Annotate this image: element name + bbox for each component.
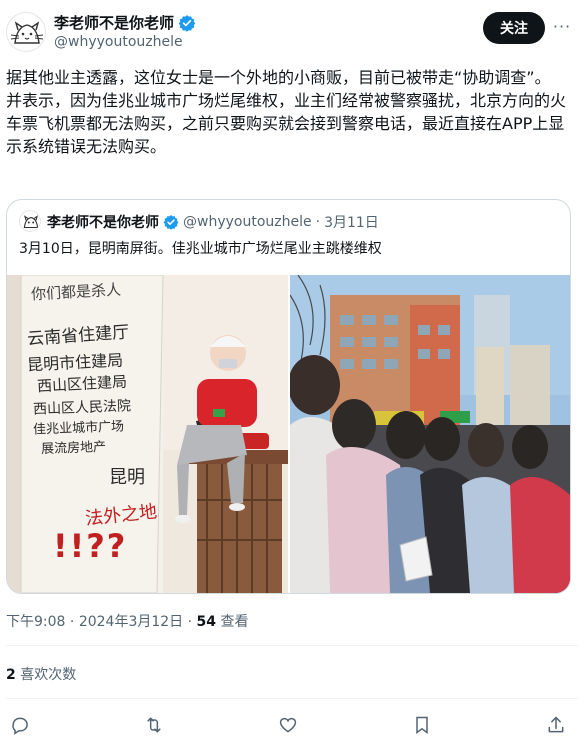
reply-icon[interactable] [6,711,34,739]
banner-kunming: 昆明 [109,467,145,488]
banner-text-overlay: 你们都是杀人 云南省住建厅 昆明市住建局 西山区住建局 西山区人民法院 佳兆业城… [26,275,159,593]
share-icon[interactable] [542,711,570,739]
banner-line-top: 你们都是杀人 [30,280,122,304]
views-count: 54 [196,614,217,630]
verified-badge-icon [178,14,196,32]
quoted-author-avatar [19,210,41,232]
banner-line-6: 展流房地产 [40,439,107,458]
banner-marks: !!?? [53,527,128,565]
tweet-header: 李老师不是你老师 @whyyoutouzhele 关注 ··· [0,0,586,60]
verified-badge-icon [163,215,179,230]
quoted-separator: · [315,214,321,230]
banner-line-5: 佳兆业城市广场 [32,419,125,438]
tweet-text: 据其他业主透露，这位女士是一个外地的小商贩，目前已被带走“协助调查”。 并表示，… [6,66,576,158]
follow-button[interactable]: 关注 [483,12,545,44]
media-image-crowd[interactable] [290,275,570,593]
quoted-text: 3月10日，昆明南屏街。佳兆业城市广场烂尾业主跳楼维权 [19,241,382,257]
tweet-time[interactable]: 下午9:08 [6,614,65,630]
author-name-row[interactable]: 李老师不是你老师 [54,12,196,33]
divider [6,698,578,699]
author-avatar[interactable] [6,12,46,52]
banner-bottom: 法外之地 [84,501,159,530]
divider [6,645,578,646]
like-icon[interactable] [274,711,302,739]
quoted-header: 李老师不是你老师 @whyyoutouzhele · 3月11日 [47,212,379,232]
banner-line-3: 西山区住建局 [36,372,128,396]
likes-label: 喜欢次数 [20,667,77,683]
more-options-icon[interactable]: ··· [550,14,574,38]
bookmark-icon[interactable] [408,711,436,739]
quoted-media: 你们都是杀人 云南省住建厅 昆明市住建局 西山区住建局 西山区人民法院 佳兆业城… [7,275,570,593]
likes-summary[interactable]: 2 喜欢次数 [6,664,76,684]
banner-line-1: 云南省住建厅 [26,322,130,350]
views-label: 查看 [220,614,249,630]
media-image-banner[interactable]: 你们都是杀人 云南省住建厅 昆明市住建局 西山区住建局 西山区人民法院 佳兆业城… [7,275,288,593]
likes-count: 2 [6,667,16,683]
quoted-date: 3月11日 [324,215,379,231]
quoted-handle: @whyyoutouzhele [183,214,312,230]
quoted-tweet[interactable]: 李老师不是你老师 @whyyoutouzhele · 3月11日 3月10日，昆… [6,199,571,594]
meta-dot: · [69,614,75,630]
action-bar [0,705,586,745]
retweet-icon[interactable] [140,711,168,739]
tweet-paragraph-1: 据其他业主透露，这位女士是一个外地的小商贩，目前已被带走“协助调查”。 [6,68,551,87]
meta-dot: · [187,614,193,630]
author-display-name[interactable]: 李老师不是你老师 [54,12,174,33]
tweet-paragraph-2: 并表示，因为佳兆业城市广场烂尾维权，业主们经常被警察骚扰，北京方向的火车票飞机票… [6,91,567,156]
quoted-display-name: 李老师不是你老师 [47,215,159,231]
tweet-date[interactable]: 2024年3月12日 [79,614,183,630]
author-handle[interactable]: @whyyoutouzhele [54,34,183,50]
tweet-meta: 下午9:08 · 2024年3月12日 · 54 查看 [6,611,248,631]
